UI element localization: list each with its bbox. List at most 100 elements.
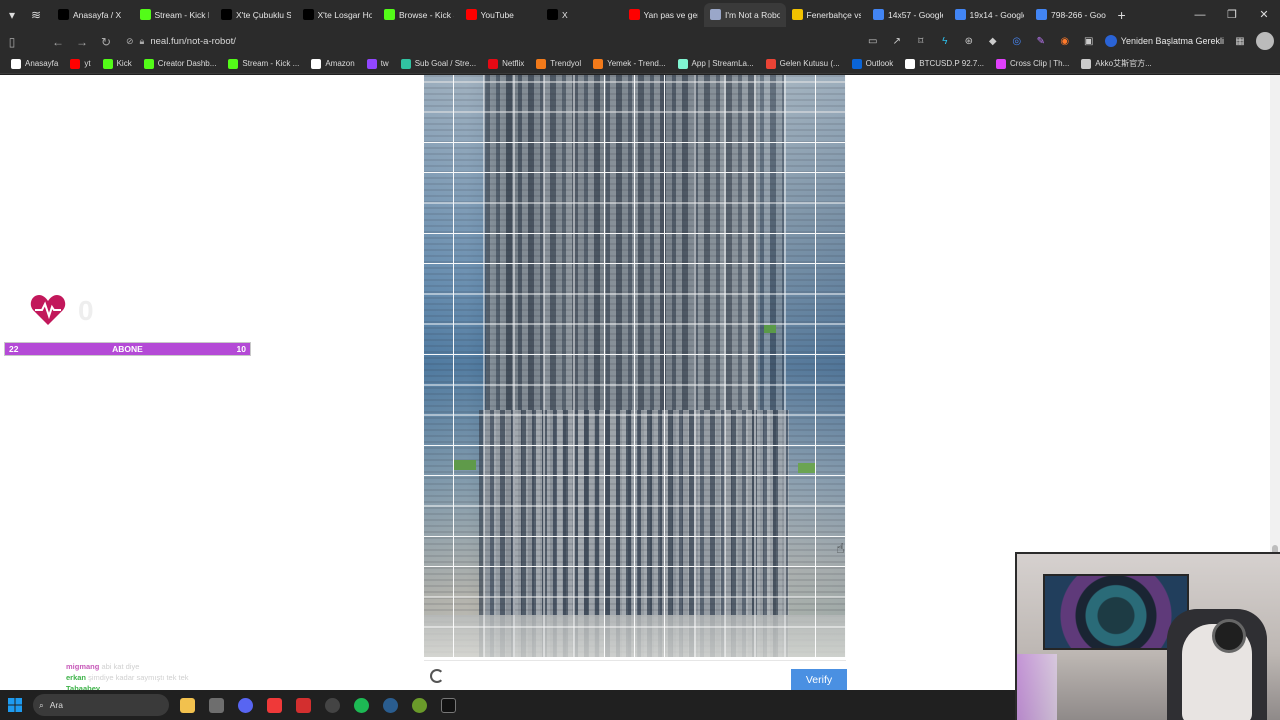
app-green-button[interactable] (405, 691, 434, 719)
bookmark-item[interactable]: Stream - Kick ... (223, 58, 304, 69)
obs-button[interactable] (318, 691, 347, 719)
steam-button[interactable] (376, 691, 405, 719)
discord-button[interactable] (231, 691, 260, 719)
robot-icon (710, 9, 721, 20)
chat-message: erkan şimdiye kadar saymıştı tek tek (66, 672, 189, 683)
bookmark-item[interactable]: Netflix (483, 58, 529, 69)
bookmark-item[interactable]: tw (362, 58, 394, 69)
power-icon (1104, 35, 1117, 47)
extension-7-icon[interactable]: ▣ (1081, 33, 1097, 49)
url-field[interactable]: ⊘ 🔒︎ neal.fun/not-a-robot/ (126, 36, 236, 47)
tab-7[interactable]: Yan pas ve geri p (623, 3, 705, 27)
extension-3-icon[interactable]: ◆ (985, 33, 1001, 49)
reload-button[interactable]: ↻ (94, 31, 118, 53)
tab-11[interactable]: 19x14 - Google (949, 3, 1031, 27)
bookmark-icon[interactable]: ⌑ (913, 33, 929, 49)
chat-message: Tahaabey kutuları niye saydı (66, 683, 189, 690)
sub-goal-bar: 22 ABONE 10 (4, 342, 251, 356)
minimize-button[interactable]: — (1184, 0, 1216, 29)
bookmark-item[interactable]: Anasayfa (6, 58, 63, 69)
bookmark-item[interactable]: Amazon (306, 58, 359, 69)
tab-8[interactable]: I'm Not a Robot (704, 2, 786, 27)
tab-6[interactable]: X (541, 3, 623, 27)
refresh-captcha-icon[interactable] (430, 669, 444, 683)
close-window-button[interactable]: ✕ (1248, 0, 1280, 29)
netflix-icon (488, 58, 499, 69)
bookmark-item[interactable]: Creator Dashb... (139, 58, 222, 69)
bookmark-item[interactable]: Akko艾斯官方... (1076, 58, 1156, 69)
tab-12[interactable]: 798-266 - Goog (1030, 3, 1112, 27)
spotify-icon (354, 697, 369, 713)
bookmark-item[interactable]: Sub Goal / Stre... (396, 58, 481, 69)
verify-button[interactable]: Verify (791, 669, 847, 690)
bookmark-item[interactable]: Trendyol (531, 58, 586, 69)
bookmark-item[interactable]: Outlook (847, 58, 899, 69)
bookmark-item[interactable]: Cross Clip | Th... (991, 58, 1074, 69)
bookmark-item[interactable]: Kick (98, 58, 137, 69)
bookmark-label: Netflix (502, 59, 525, 68)
tab-0[interactable]: Anasayfa / X (52, 3, 134, 27)
browser-button[interactable] (260, 691, 289, 719)
tradingview-icon (905, 58, 916, 69)
maximize-button[interactable]: ❐ (1216, 0, 1248, 29)
calculator-button[interactable] (202, 691, 231, 719)
bookmark-item[interactable]: Gelen Kutusu (... (761, 58, 845, 69)
site-info-icon[interactable]: ⊘ (126, 36, 134, 47)
extension-5-icon[interactable]: ✎ (1033, 33, 1049, 49)
app-red-button[interactable] (289, 691, 318, 719)
tab-1[interactable]: Stream - Kick Da (134, 3, 216, 27)
tab-3[interactable]: X'te Losgar Hoc (297, 3, 379, 27)
bookmark-item[interactable]: BTCUSD.P 92.7... (900, 58, 989, 69)
screen-capture-icon[interactable]: ▭ (865, 33, 881, 49)
x-icon (302, 9, 314, 20)
tab-2[interactable]: X'te Çubuklu Sp (215, 3, 297, 27)
tab-label: Fenerbahçe vs N (806, 9, 862, 20)
goal-current: 22 (9, 344, 19, 354)
tab-stack-icon[interactable]: ≋ (24, 3, 48, 27)
goal-label: ABONE (112, 344, 143, 354)
forward-button[interactable]: → (70, 31, 94, 53)
tab-label: X (562, 9, 568, 20)
kick-icon (102, 58, 113, 69)
sidebar-toggle-icon[interactable]: ▯ (0, 31, 24, 53)
outlook-icon (851, 58, 862, 69)
youtube-icon (70, 58, 81, 69)
extension-4-icon[interactable]: ◎ (1009, 33, 1025, 49)
bookmark-label: Gelen Kutusu (... (779, 59, 840, 68)
extension-6-icon[interactable]: ◉ (1057, 33, 1073, 49)
x-icon (11, 58, 21, 69)
bookmark-item[interactable]: Yemek - Trend... (588, 58, 670, 69)
tab-10[interactable]: 14x57 - Google (867, 3, 949, 27)
back-button[interactable]: ← (46, 31, 70, 53)
trendyol-icon (536, 58, 547, 69)
streamlabs-icon (400, 58, 411, 69)
extension-1-icon[interactable]: ϟ (937, 33, 953, 49)
browser-menu-icon[interactable]: ▾ (0, 3, 24, 27)
trendyol-icon (593, 58, 604, 69)
extension-2-icon[interactable]: ⊛ (961, 33, 977, 49)
captcha-image-grid[interactable] (424, 75, 846, 657)
profile-avatar[interactable] (1256, 32, 1274, 50)
bookmark-item[interactable]: App | StreamLa... (673, 58, 759, 69)
tab-5[interactable]: YouTube (460, 3, 542, 27)
search-icon: ⌕ (39, 699, 44, 710)
search-label: Ara (49, 700, 63, 710)
app-dark-button[interactable] (434, 691, 463, 719)
taskbar-search[interactable]: ⌕ Ara (33, 694, 169, 716)
bookmark-label: BTCUSD.P 92.7... (919, 59, 985, 68)
file-explorer-button[interactable] (173, 691, 202, 719)
bookmark-label: Stream - Kick ... (242, 59, 300, 68)
stream-chat-overlay: migmang abi kat diye erkan şimdiye kadar … (66, 661, 189, 690)
new-tab-button[interactable]: + (1118, 7, 1126, 23)
restart-required-button[interactable]: Yeniden Başlatma Gerekli (1104, 35, 1224, 47)
bookmark-item[interactable]: yt (65, 58, 95, 69)
start-button[interactable] (0, 691, 29, 719)
spotify-button[interactable] (347, 691, 376, 719)
chat-username: erkan (66, 673, 87, 682)
tab-9[interactable]: Fenerbahçe vs N (786, 3, 868, 27)
menu-grid-icon[interactable]: ▦ (1232, 33, 1248, 49)
tab-4[interactable]: Browse - Kick St (378, 3, 460, 27)
captcha-tile-grid[interactable] (424, 75, 846, 657)
share-icon[interactable]: ↗ (889, 33, 905, 49)
windows-icon (7, 698, 22, 712)
